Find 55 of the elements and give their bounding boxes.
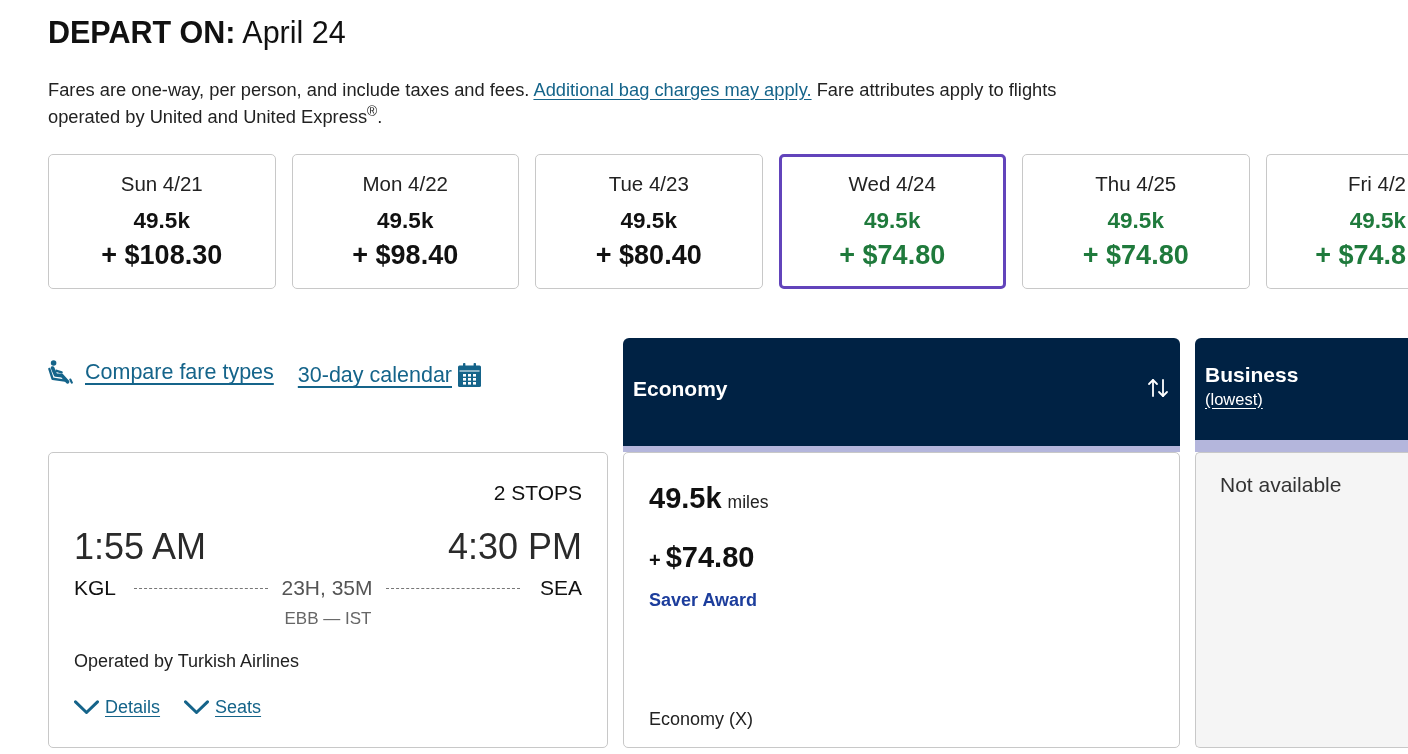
date-card[interactable]: Mon 4/22 49.5k + $98.40 [291,154,519,289]
fare-note: Fares are one-way, per person, and include taxes and fees. Additional bag charges may apply. Fare attributes apply to flights operated by United and United Express$^{®}$. [48,78,1058,129]
miles-amount: 49.5k [1107,206,1164,235]
miles-unit: miles [727,491,769,513]
destination-code: SEA [540,575,582,601]
cabin-title: Economy [633,375,728,402]
price-amount: + $74.80 [839,238,946,272]
price-amount: + $80.40 [595,238,702,272]
stops-label: 2 STOPS [493,480,582,506]
cabin-code: Economy (X) [649,708,754,731]
bag-charges-link[interactable]: Additional bag charges may apply. [533,79,812,100]
date-card[interactable]: Tue 4/23 49.5k + $80.40 [535,154,763,289]
date-card[interactable]: Sun 4/21 49.5k + $108.30 [48,154,276,289]
origin-code: KGL [74,575,117,601]
date-label: Mon 4/22 [362,170,448,197]
date-label: Fri 4/2 [1347,170,1406,197]
arrival-time: 4:30 PM [447,525,582,569]
fare-price: $74.80 [665,540,755,575]
chevron-down-icon [184,699,210,715]
miles-amount: 49.5k [377,206,434,235]
connection-airports: EBB — IST [284,609,372,629]
date-card[interactable]: Fri 4/2 49.5k + $74.8 [1265,154,1408,289]
plus-sign: + [649,548,661,572]
page-heading: DEPART ON: April 24 [48,14,346,50]
unavailable-text: Not available [1220,473,1342,496]
price-amount: + $108.30 [101,238,223,272]
calendar-icon[interactable] [458,363,481,387]
date-label: Sun 4/21 [120,170,203,197]
fare-type: Saver Award [649,589,758,612]
date-label: Tue 4/23 [608,170,689,197]
reclining-seat-icon [48,360,73,384]
miles-amount: 49.5k [649,481,722,516]
lowest-fare-link[interactable]: (lowest) [1205,387,1263,410]
flight-duration: 23H, 35M [281,575,373,601]
sort-icon[interactable] [1146,376,1170,400]
miles-amount: 49.5k [1349,206,1406,235]
expand-link[interactable]: Seats [184,694,262,720]
date-label: Wed 4/24 [848,170,936,197]
departure-time: 1:55 AM [74,525,207,569]
date-card[interactable]: Thu 4/25 49.5k + $74.80 [1022,154,1250,289]
miles-amount: 49.5k [620,206,677,235]
cabin-title: Business [1205,361,1299,388]
operator-text: Operated by Turkish Airlines [74,650,300,673]
calendar-link[interactable]: 30-day calendar [297,361,452,389]
price-amount: + $98.40 [352,238,459,272]
miles-amount: 49.5k [864,206,921,235]
fare-cell[interactable]: 49.5k miles + $74.80 Saver Award Economy (X) [623,452,1180,748]
date-label: Thu 4/25 [1095,170,1177,197]
date-card[interactable]: Wed 4/24 49.5k + $74.80 [778,154,1006,289]
compare-fare-types-link[interactable]: Compare fare types [85,358,274,386]
price-amount: + $74.80 [1082,238,1189,272]
expand-link[interactable]: Details [74,694,161,720]
price-amount: + $74.8 [1315,238,1406,272]
miles-amount: 49.5k [133,206,190,235]
chevron-down-icon [74,699,99,715]
